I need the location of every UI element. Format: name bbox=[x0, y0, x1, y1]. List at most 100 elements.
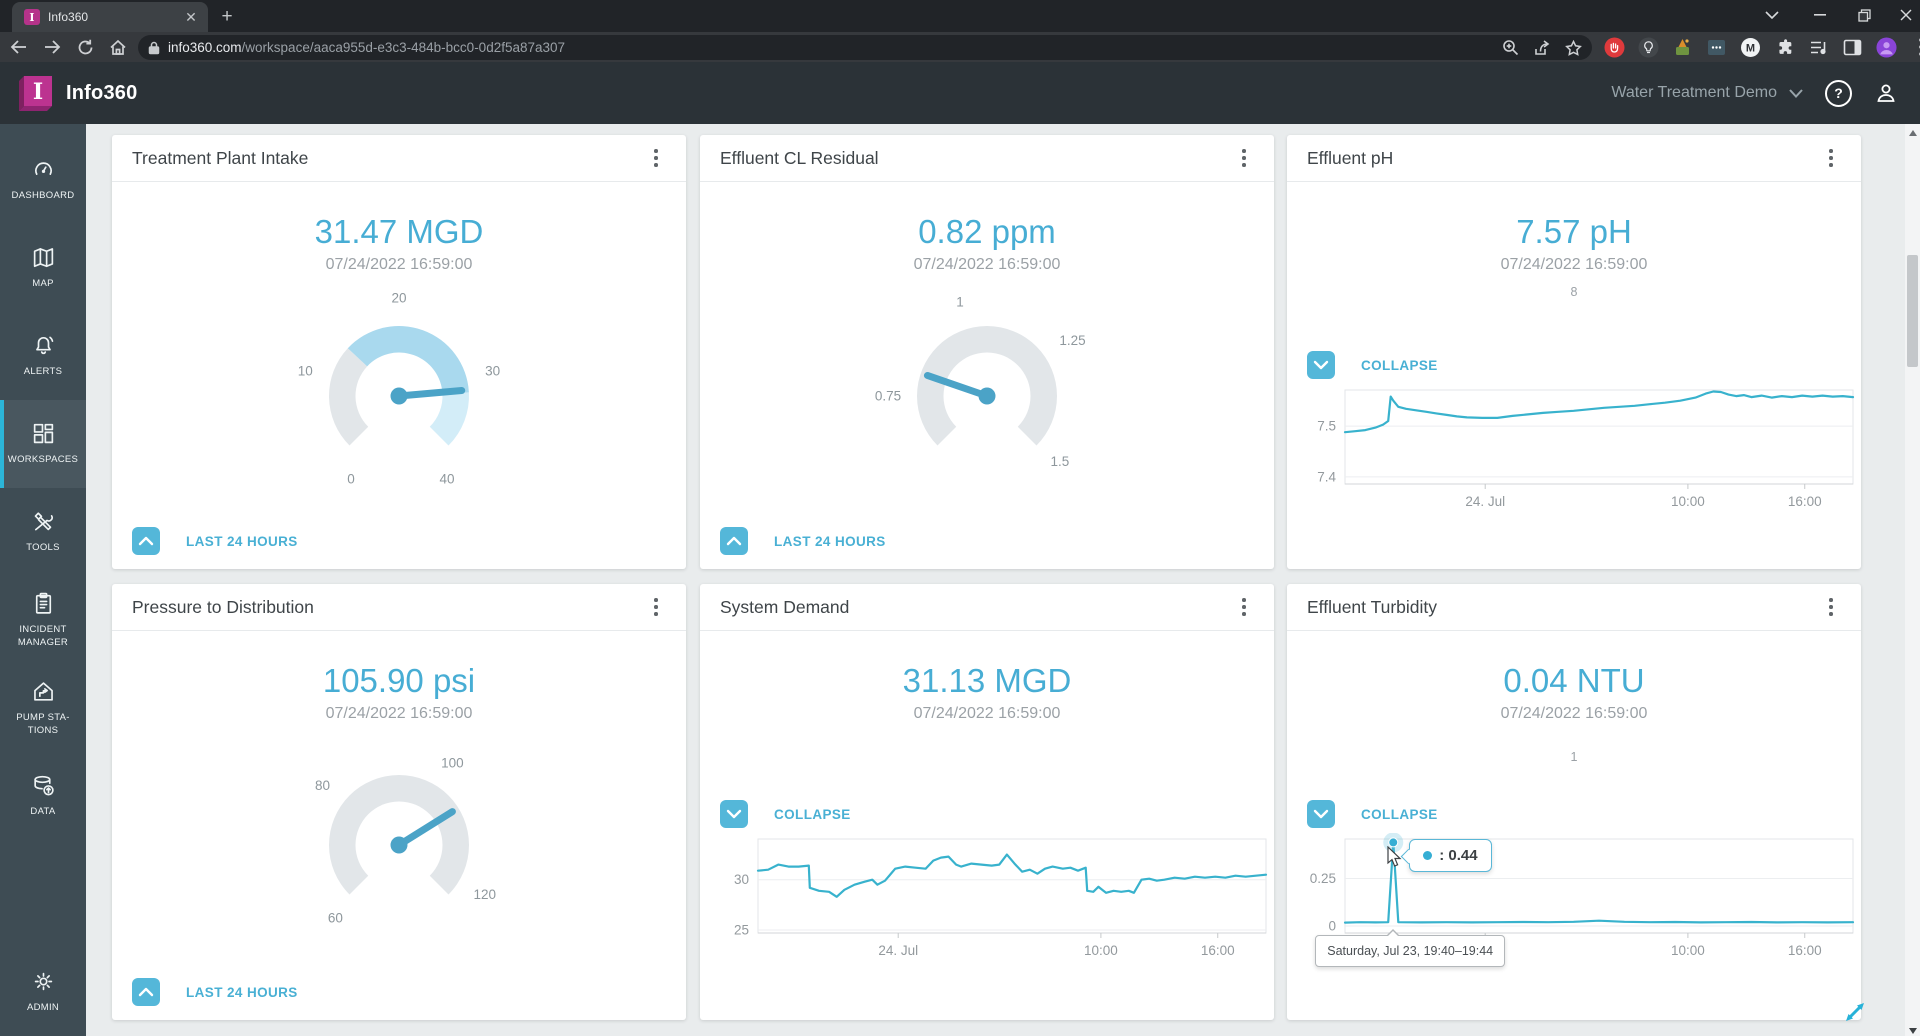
home-icon[interactable] bbox=[104, 33, 132, 61]
new-tab-button[interactable]: + bbox=[214, 4, 240, 30]
kebab-menu-icon[interactable] bbox=[646, 594, 666, 620]
back-icon[interactable] bbox=[5, 33, 33, 61]
trend-chart[interactable]: 30 25 24. Jul 10:00 16:00 bbox=[700, 833, 1274, 983]
window-close-button[interactable] bbox=[1884, 0, 1920, 30]
svg-text:M: M bbox=[1746, 42, 1755, 54]
notes-extension-icon[interactable] bbox=[1706, 37, 1727, 58]
sidebar-item-incident-manager[interactable]: INCIDENT MANAGER bbox=[0, 576, 86, 664]
bookmark-star-icon[interactable] bbox=[1565, 39, 1582, 56]
reading-list-extension-icon[interactable] bbox=[1808, 37, 1829, 58]
tab-close-icon[interactable]: ✕ bbox=[182, 8, 200, 26]
sidebar-item-label: PUMP STA- TIONS bbox=[16, 711, 70, 736]
gauge-chart: 0 10 20 30 40 bbox=[259, 274, 539, 518]
sidebar-item-label: DASHBOARD bbox=[11, 190, 75, 202]
lightbulb-extension-icon[interactable] bbox=[1638, 37, 1659, 58]
sidebar-item-pump-sta-tions[interactable]: PUMP STA- TIONS bbox=[0, 664, 86, 752]
expand-label[interactable]: LAST 24 HOURS bbox=[186, 534, 298, 549]
gauge-chart: 60 80 100 120 bbox=[259, 723, 539, 967]
trend-chart[interactable]: 0.25024. Jul10:0016:00: 0.44Saturday, Ju… bbox=[1287, 832, 1861, 983]
collapse-button[interactable] bbox=[1307, 351, 1335, 379]
svg-text:0.25: 0.25 bbox=[1310, 871, 1336, 886]
browser-menu-icon[interactable] bbox=[1910, 37, 1920, 58]
kebab-menu-icon[interactable] bbox=[1234, 145, 1254, 171]
tab-search-icon[interactable] bbox=[1750, 0, 1794, 30]
kebab-menu-icon[interactable] bbox=[646, 145, 666, 171]
sidebar-item-workspaces[interactable]: WORKSPACES bbox=[0, 400, 86, 488]
card-effluent-turbidity: Effluent Turbidity 0.04 NTU 07/24/2022 1… bbox=[1287, 584, 1861, 1020]
m-circle-extension-icon[interactable]: M bbox=[1740, 37, 1761, 58]
side-panel-extension-icon[interactable] bbox=[1842, 37, 1863, 58]
kebab-menu-icon[interactable] bbox=[1821, 594, 1841, 620]
sidebar-item-label: ADMIN bbox=[26, 1002, 60, 1014]
tools-icon bbox=[34, 512, 53, 531]
adblock-extension-icon[interactable] bbox=[1604, 37, 1625, 58]
wizard-extension-icon[interactable] bbox=[1672, 37, 1693, 58]
url-bar[interactable]: info360.com/workspace/aaca955d-e3c3-484b… bbox=[138, 35, 1592, 60]
scroll-up-arrow[interactable] bbox=[1908, 130, 1917, 136]
workspace-selector[interactable]: Water Treatment Demo bbox=[1611, 84, 1803, 102]
gauge-max-label: 1 bbox=[1570, 750, 1578, 764]
expand-row: LAST 24 HOURS bbox=[132, 978, 298, 1006]
window-restore-button[interactable] bbox=[1842, 0, 1886, 30]
series-dot-icon bbox=[1423, 851, 1433, 861]
chevron-down-icon bbox=[1789, 88, 1803, 98]
window-minimize-button[interactable] bbox=[1798, 0, 1842, 30]
svg-text:I: I bbox=[33, 79, 43, 105]
expand-button[interactable] bbox=[132, 527, 160, 555]
svg-text:10:00: 10:00 bbox=[1671, 494, 1705, 509]
svg-text:10:00: 10:00 bbox=[1671, 943, 1705, 958]
svg-text:1: 1 bbox=[956, 294, 964, 309]
card-title: Pressure to Distribution bbox=[132, 596, 314, 617]
sidebar-item-label: DATA bbox=[30, 806, 56, 818]
metric-timestamp: 07/24/2022 16:59:00 bbox=[325, 256, 473, 273]
svg-text:0.75: 0.75 bbox=[875, 389, 901, 404]
collapse-label[interactable]: COLLAPSE bbox=[774, 807, 851, 822]
collapse-label[interactable]: COLLAPSE bbox=[1361, 358, 1438, 373]
expand-label[interactable]: LAST 24 HOURS bbox=[186, 985, 298, 1000]
scroll-down-arrow[interactable] bbox=[1908, 1028, 1917, 1034]
kebab-menu-icon[interactable] bbox=[1234, 594, 1254, 620]
kebab-menu-icon[interactable] bbox=[1821, 145, 1841, 171]
collapse-button[interactable] bbox=[1307, 800, 1335, 828]
browser-tab[interactable]: I Info360 ✕ bbox=[12, 2, 208, 32]
app-window: I Info360 ✕ + info360.com/workspace/aaca… bbox=[0, 0, 1920, 1036]
reload-icon[interactable] bbox=[71, 33, 99, 61]
collapse-button[interactable] bbox=[720, 800, 748, 828]
zoom-icon[interactable] bbox=[1502, 39, 1519, 56]
trend-chart[interactable]: 7.5 7.4 24. Jul 10:00 16:00 bbox=[1287, 384, 1861, 534]
pump-icon bbox=[33, 682, 53, 701]
help-icon[interactable]: ? bbox=[1825, 79, 1852, 107]
card-title: Effluent CL Residual bbox=[720, 147, 879, 168]
map-icon bbox=[33, 248, 53, 268]
expand-button[interactable] bbox=[720, 527, 748, 555]
sidebar-item-dashboard[interactable]: DASHBOARD bbox=[0, 136, 86, 224]
svg-text:30: 30 bbox=[485, 363, 500, 378]
card-system-demand: System Demand 31.13 MGD 07/24/2022 16:59… bbox=[700, 584, 1274, 1020]
dashboard-icon bbox=[34, 162, 52, 176]
info360-logo: I bbox=[19, 76, 52, 111]
user-account-icon[interactable] bbox=[1874, 81, 1898, 105]
sidebar-item-data[interactable]: DATA bbox=[0, 752, 86, 840]
sidebar-item-admin[interactable]: ADMIN bbox=[0, 948, 86, 1036]
svg-text:16:00: 16:00 bbox=[1788, 943, 1822, 958]
expand-label[interactable]: LAST 24 HOURS bbox=[774, 534, 886, 549]
metric-timestamp: 07/24/2022 16:59:00 bbox=[913, 705, 1061, 722]
svg-text:80: 80 bbox=[315, 778, 330, 793]
workspace-selector-label: Water Treatment Demo bbox=[1611, 84, 1777, 101]
expand-button[interactable] bbox=[132, 978, 160, 1006]
sidebar-item-label: WORKSPACES bbox=[7, 454, 79, 466]
scrollbar-thumb[interactable] bbox=[1907, 255, 1918, 367]
gauge-max-label: 8 bbox=[1570, 285, 1578, 299]
profile-avatar-extension-icon[interactable] bbox=[1876, 36, 1897, 58]
collapse-row: COLLAPSE bbox=[1307, 351, 1438, 379]
share-icon[interactable] bbox=[1533, 39, 1551, 56]
puzzle-extension-icon[interactable] bbox=[1774, 37, 1795, 58]
sidebar-item-alerts[interactable]: ALERTS bbox=[0, 312, 86, 400]
card-resize-handle-icon[interactable] bbox=[1842, 999, 1868, 1025]
forward-icon[interactable] bbox=[38, 33, 66, 61]
sidebar-item-map[interactable]: MAP bbox=[0, 224, 86, 312]
svg-text:100: 100 bbox=[441, 755, 464, 770]
collapse-label[interactable]: COLLAPSE bbox=[1361, 807, 1438, 822]
vertical-scrollbar[interactable] bbox=[1905, 124, 1920, 1036]
sidebar-item-tools[interactable]: TOOLS bbox=[0, 488, 86, 576]
